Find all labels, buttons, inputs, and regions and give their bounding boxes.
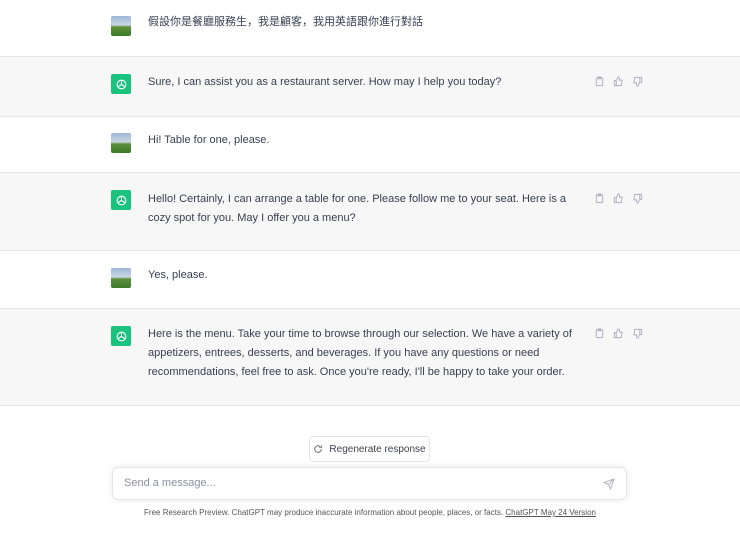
regenerate-label: Regenerate response: [329, 443, 426, 455]
copy-icon[interactable]: [594, 76, 605, 87]
copy-icon[interactable]: [594, 328, 605, 339]
message-user: Hi! Table for one, please.: [0, 117, 740, 173]
thumbs-up-icon[interactable]: [613, 328, 624, 339]
message-input[interactable]: [124, 477, 584, 489]
message-text: Hi! Table for one, please.: [148, 134, 270, 146]
message-assistant: Hello! Certainly, I can arrange a table …: [0, 173, 740, 251]
message-assistant: Here is the menu. Take your time to brow…: [0, 309, 740, 406]
footer: Free Research Preview. ChatGPT may produ…: [0, 508, 740, 517]
message-user: Yes, please.: [0, 251, 740, 309]
thumbs-up-icon[interactable]: [613, 193, 624, 204]
footer-text: Free Research Preview. ChatGPT may produ…: [144, 508, 506, 517]
regenerate-response-button[interactable]: Regenerate response: [309, 436, 430, 462]
message-text: Hello! Certainly, I can arrange a table …: [148, 193, 567, 224]
copy-icon[interactable]: [594, 193, 605, 204]
chatgpt-logo-icon: [111, 74, 131, 94]
message-assistant: Sure, I can assist you as a restaurant s…: [0, 57, 740, 117]
message-text: Sure, I can assist you as a restaurant s…: [148, 76, 502, 88]
user-avatar: [111, 268, 131, 288]
user-avatar: [111, 133, 131, 153]
message-input-box: [112, 467, 627, 500]
thumbs-down-icon[interactable]: [632, 76, 643, 87]
message-user: 假設你是餐廳服務生，我是顧客，我用英語跟你進行對話: [0, 0, 740, 57]
user-avatar: [111, 16, 131, 36]
chatgpt-logo-icon: [111, 190, 131, 210]
version-link[interactable]: ChatGPT May 24 Version: [505, 508, 596, 517]
chatgpt-logo-icon: [111, 326, 131, 346]
message-text: 假設你是餐廳服務生，我是顧客，我用英語跟你進行對話: [148, 16, 423, 28]
thumbs-down-icon[interactable]: [632, 193, 643, 204]
message-text: Here is the menu. Take your time to brow…: [148, 328, 572, 378]
thumbs-down-icon[interactable]: [632, 328, 643, 339]
thumbs-up-icon[interactable]: [613, 76, 624, 87]
message-text: Yes, please.: [148, 269, 208, 281]
send-icon[interactable]: [603, 478, 615, 490]
refresh-icon: [314, 445, 323, 453]
